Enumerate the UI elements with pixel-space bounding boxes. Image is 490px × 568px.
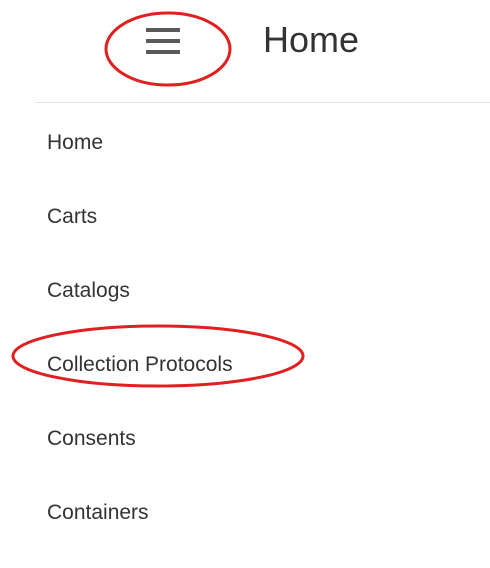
sidebar-item-carts[interactable]: Carts <box>47 198 233 235</box>
menu-toggle-button[interactable] <box>146 22 180 62</box>
sidebar-item-consents[interactable]: Consents <box>47 420 233 457</box>
header-divider <box>35 102 490 103</box>
sidebar-item-containers[interactable]: Containers <box>47 494 233 531</box>
hamburger-menu-icon <box>146 28 180 54</box>
sidebar-item-home[interactable]: Home <box>47 124 233 161</box>
app-header: Home <box>0 0 490 102</box>
sidebar-item-catalogs[interactable]: Catalogs <box>47 272 233 309</box>
sidebar-item-collection-protocols[interactable]: Collection Protocols <box>47 346 233 383</box>
page-title: Home <box>263 19 360 60</box>
sidebar-nav: Home Carts Catalogs Collection Protocols… <box>47 124 233 568</box>
